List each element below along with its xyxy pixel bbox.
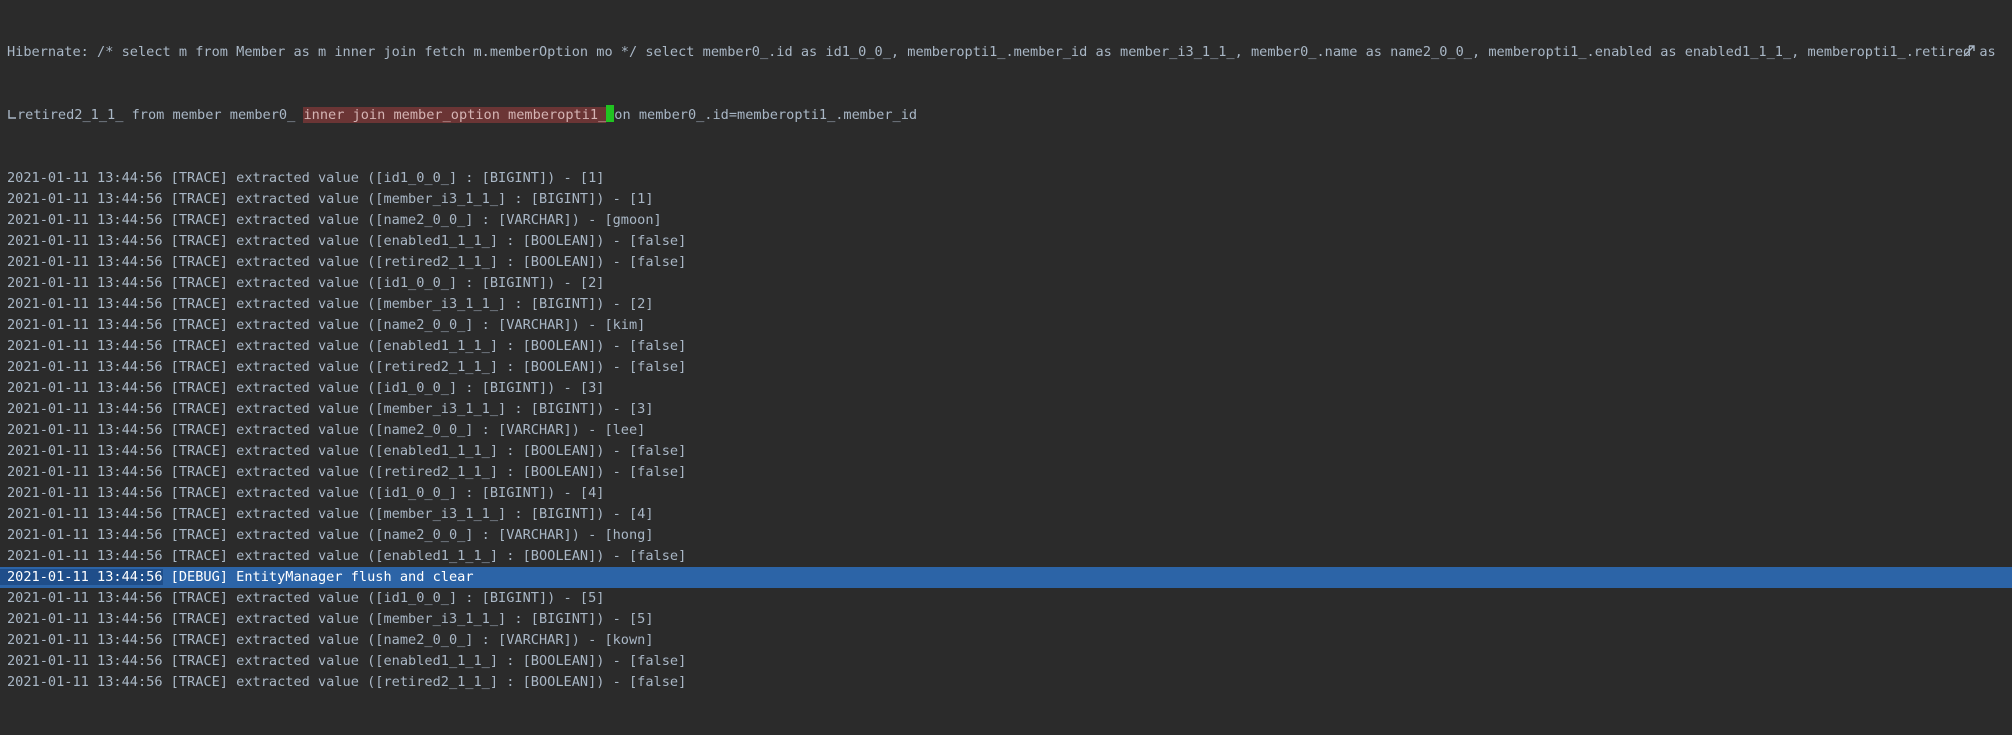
trace-log-line: 2021-01-11 13:44:56 [TRACE] extracted va… (7, 506, 654, 522)
trace-log-line: 2021-01-11 13:44:56 [TRACE] extracted va… (7, 212, 662, 228)
trace-log-line: 2021-01-11 13:44:56 [TRACE] extracted va… (7, 317, 646, 333)
sql-text-2-prefix: retired2_1_1_ from member member0_ (17, 107, 304, 123)
trace-log-line: 2021-01-11 13:44:56 [TRACE] extracted va… (7, 527, 654, 543)
trace-log-line: 2021-01-11 13:44:56 [TRACE] extracted va… (7, 170, 605, 186)
sql-line-1: Hibernate: /* select m from Member as m … (0, 42, 2012, 63)
debug-log-line[interactable]: 2021-01-11 13:44:56 [DEBUG] EntityManage… (0, 567, 2012, 588)
trace-log-line: 2021-01-11 13:44:56 [TRACE] extracted va… (7, 443, 687, 459)
trace-log-line: 2021-01-11 13:44:56 [TRACE] extracted va… (7, 632, 654, 648)
sql-text-2-suffix: on member0_.id=memberopti1_.member_id (614, 107, 918, 123)
trace-log-line: 2021-01-11 13:44:56 [TRACE] extracted va… (7, 359, 687, 375)
trace-log-line: 2021-01-11 13:44:56 [TRACE] extracted va… (7, 380, 605, 396)
trace-log-line: 2021-01-11 13:44:56 [TRACE] extracted va… (7, 653, 687, 669)
trace-log-line: 2021-01-11 13:44:56 [TRACE] extracted va… (7, 338, 687, 354)
trace-log-line: 2021-01-11 13:44:56 [TRACE] extracted va… (7, 674, 687, 690)
trace-log-line: 2021-01-11 13:44:56 [TRACE] extracted va… (7, 590, 605, 606)
wrap-continue-icon (8, 110, 16, 119)
search-highlight: inner join member_option memberopti1_ (303, 107, 607, 123)
trace-log-line: 2021-01-11 13:44:56 [TRACE] extracted va… (7, 422, 646, 438)
trace-log-line: 2021-01-11 13:44:56 [TRACE] extracted va… (7, 254, 687, 270)
sql-text-1: Hibernate: /* select m from Member as m … (7, 44, 1996, 60)
trace-log-list: 2021-01-11 13:44:56 [TRACE] extracted va… (0, 168, 2012, 693)
trace-log-line: 2021-01-11 13:44:56 [TRACE] extracted va… (7, 548, 687, 564)
sql-line-2: retired2_1_1_ from member member0_ inner… (0, 105, 2012, 126)
trace-log-line: 2021-01-11 13:44:56 [TRACE] extracted va… (7, 275, 605, 291)
trace-log-line: 2021-01-11 13:44:56 [TRACE] extracted va… (7, 464, 687, 480)
console-output[interactable]: Hibernate: /* select m from Member as m … (0, 0, 2012, 690)
wrap-arrow-icon (1963, 45, 1975, 57)
trace-log-line: 2021-01-11 13:44:56 [TRACE] extracted va… (7, 233, 687, 249)
trace-log-line: 2021-01-11 13:44:56 [TRACE] extracted va… (7, 191, 654, 207)
debug-timestamp: 2021-01-11 13:44:56 (0, 569, 163, 585)
trace-log-line: 2021-01-11 13:44:56 [TRACE] extracted va… (7, 296, 654, 312)
trace-log-line: 2021-01-11 13:44:56 [TRACE] extracted va… (7, 611, 654, 627)
debug-text: [DEBUG] EntityManager flush and clear (162, 569, 474, 585)
trace-log-line: 2021-01-11 13:44:56 [TRACE] extracted va… (7, 401, 654, 417)
trace-log-line: 2021-01-11 13:44:56 [TRACE] extracted va… (7, 485, 605, 501)
